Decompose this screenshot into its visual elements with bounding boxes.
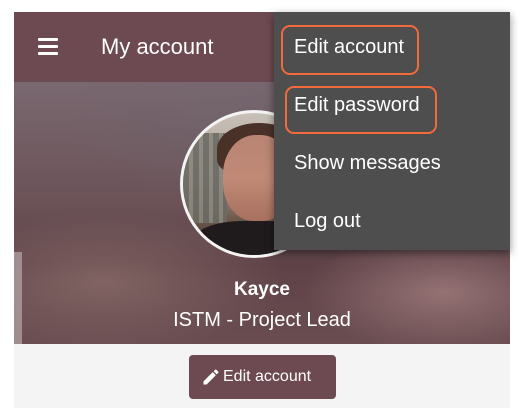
- account-dropdown-menu: Edit account Edit password Show messages…: [274, 12, 510, 250]
- menu-item-edit-account[interactable]: Edit account: [274, 18, 510, 76]
- menu-item-log-out[interactable]: Log out: [274, 192, 510, 250]
- edit-account-button-label: Edit account: [223, 368, 312, 385]
- edit-account-button[interactable]: Edit account: [189, 355, 336, 399]
- pencil-icon: [203, 369, 219, 385]
- menu-item-show-messages[interactable]: Show messages: [274, 134, 510, 192]
- menu-item-edit-password[interactable]: Edit password: [274, 76, 510, 134]
- profile-name: Kayce: [234, 279, 290, 300]
- page-title: My account: [101, 34, 214, 59]
- profile-actions: Edit account: [14, 344, 510, 408]
- my-account-screen: My account Kayce ISTM - Project Lead Edi…: [0, 0, 518, 408]
- hamburger-menu-icon[interactable]: [38, 38, 58, 55]
- profile-role: ISTM - Project Lead: [173, 309, 351, 331]
